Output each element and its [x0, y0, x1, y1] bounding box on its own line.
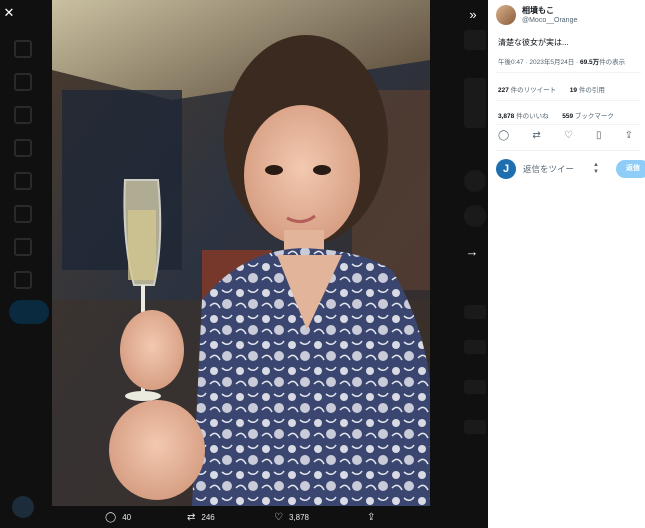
divider: [496, 124, 641, 125]
reply-input-spinner-icon[interactable]: ▲ ▼: [592, 162, 600, 176]
tweet-author[interactable]: 相墳もこ @Moco__Orange: [496, 5, 577, 25]
retweet-count: 246: [201, 512, 215, 522]
quotes-stat[interactable]: 19 件の引用: [570, 87, 605, 94]
divider: [496, 100, 641, 101]
retweet-quote-stats: 227 件のリツイート 19 件の引用: [498, 84, 605, 94]
user-avatar[interactable]: J: [496, 159, 516, 179]
reply-button[interactable]: 返信: [616, 160, 645, 178]
likes-stat[interactable]: 3,878 件のいいね: [498, 113, 549, 120]
retweet-icon[interactable]: ⇄: [532, 130, 540, 141]
reply-icon: ◯: [105, 511, 117, 523]
tweet-text: 清楚な彼女が実は...: [498, 38, 569, 47]
close-icon[interactable]: ✕: [0, 4, 18, 22]
tweet-meta: 午後0:47 · 2023年5月24日 · 69.5万件の表示: [498, 56, 625, 66]
reply-action[interactable]: ◯ 40: [105, 512, 131, 523]
retweets-label: 件のリツイート: [510, 87, 557, 94]
divider: [496, 72, 641, 73]
background-avatar: [12, 496, 34, 518]
reply-input[interactable]: 返信をツイー: [523, 161, 593, 177]
author-name[interactable]: 相墳もこ: [522, 6, 577, 16]
share-icon: ⇪: [367, 511, 376, 523]
heart-icon[interactable]: ♡: [564, 130, 573, 141]
share-action[interactable]: ⇪: [367, 512, 375, 523]
background-nav: [14, 40, 36, 304]
background-right-column: [460, 0, 488, 528]
tweet-photo[interactable]: [52, 0, 430, 506]
bookmarks-count: 559: [562, 113, 574, 120]
next-image-icon[interactable]: →: [463, 243, 481, 261]
like-action[interactable]: ♡ 3,878: [274, 512, 309, 523]
likes-label: 件のいいね: [516, 113, 549, 120]
background-tweet-button: [9, 300, 49, 324]
author-avatar[interactable]: [496, 5, 516, 25]
retweet-icon: ⇄: [187, 511, 196, 523]
bookmarks-label: ブックマーク: [574, 113, 614, 120]
bookmarks-stat[interactable]: 559 ブックマーク: [562, 113, 614, 120]
likes-count: 3,878: [498, 113, 515, 120]
reply-composer: J 返信をツイー ▲ ▼ 返信: [496, 158, 645, 180]
like-bookmark-stats: 3,878 件のいいね 559 ブックマーク: [498, 110, 614, 120]
quotes-count: 19: [569, 87, 578, 94]
views-count: 69.5万: [580, 59, 600, 66]
retweet-action[interactable]: ⇄ 246: [187, 512, 215, 523]
reply-icon[interactable]: ◯: [498, 130, 509, 141]
views-label: 件の表示: [599, 59, 626, 66]
photo-action-bar: ◯ 40 ⇄ 246 ♡ 3,878 ⇪: [52, 506, 430, 528]
tweet-detail-panel: 相墳もこ @Moco__Orange 清楚な彼女が実は... 午後0:47 · …: [488, 0, 645, 528]
divider: [496, 150, 641, 151]
share-icon[interactable]: ⇪: [625, 130, 633, 141]
quotes-label: 件の引用: [578, 87, 605, 94]
author-handle[interactable]: @Moco__Orange: [522, 16, 577, 25]
bookmark-icon[interactable]: ▯: [596, 130, 602, 141]
reply-count: 40: [122, 512, 132, 522]
tweet-action-icons: ◯ ⇄ ♡ ▯ ⇪: [498, 130, 633, 141]
retweets-stat[interactable]: 227 件のリツイート: [498, 87, 556, 94]
expand-panel-icon[interactable]: »: [464, 6, 482, 24]
heart-icon: ♡: [274, 511, 283, 523]
retweets-count: 227: [498, 87, 509, 94]
like-count: 3,878: [288, 512, 309, 522]
tweet-timestamp[interactable]: 午後0:47 · 2023年5月24日 ·: [498, 59, 578, 66]
